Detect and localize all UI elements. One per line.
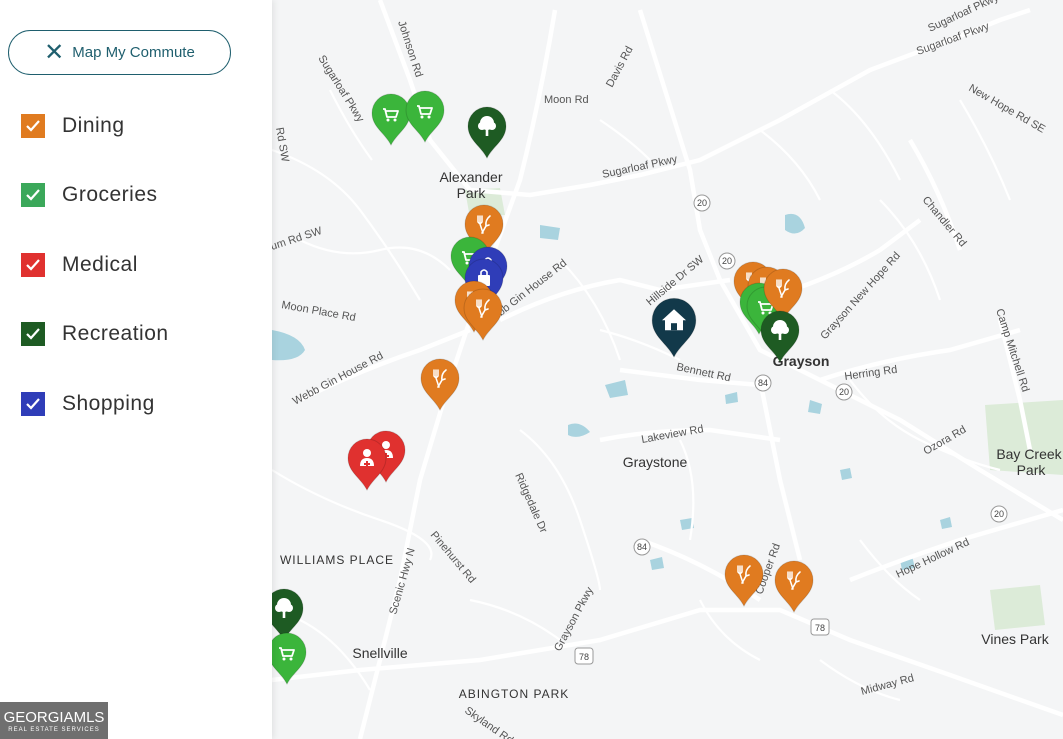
place-alexander-park: Alexander	[439, 169, 502, 185]
marker-dining[interactable]	[420, 358, 460, 412]
logo-text: GEORGIAMLS	[3, 708, 105, 726]
svg-text:84: 84	[758, 378, 768, 388]
svg-text:78: 78	[579, 652, 589, 662]
road-skyland-rd: Skyland Rd	[462, 705, 515, 739]
place-abington-park: ABINGTON PARK	[459, 687, 570, 701]
svg-text:20: 20	[994, 509, 1004, 519]
filter-label-dining: Dining	[62, 114, 125, 137]
road-grayson-new-hope-rd: Grayson New Hope Rd	[818, 250, 903, 342]
road-sugarloaf-pkwy-w: Sugarloaf Pkwy	[315, 53, 366, 125]
svg-text:20: 20	[697, 198, 707, 208]
road-herring-rd: Herring Rd	[844, 364, 898, 383]
water-bodies	[272, 213, 1020, 570]
shield-84-a: 84	[754, 374, 772, 392]
filter-label-shopping: Shopping	[62, 392, 155, 415]
map-my-commute-label: Map My Commute	[72, 44, 195, 61]
road-moon-place-rd: Moon Place Rd	[280, 299, 356, 324]
filter-panel: ✕ Map My Commute Dining Groceries Medica…	[0, 0, 272, 739]
place-graystone: Graystone	[623, 454, 688, 470]
road-new-hope-rd-se: New Hope Rd SE	[967, 82, 1048, 136]
filter-label-groceries: Groceries	[62, 183, 158, 206]
shield-20-b: 20	[718, 252, 736, 270]
shield-78-b: 78	[810, 618, 830, 636]
recreation-checkbox[interactable]	[21, 322, 45, 346]
poi-markers	[264, 90, 814, 686]
filter-shopping[interactable]: Shopping	[21, 391, 155, 417]
road-davis-rd: Davis Rd	[604, 44, 636, 89]
road-camp-mitchell-rd: Camp Mitchell Rd	[993, 307, 1031, 393]
place-bay-creek-2: Park	[1017, 462, 1047, 478]
place-bay-creek: Bay Creek	[996, 446, 1062, 462]
road-moon-rd: Moon Rd	[544, 94, 589, 106]
marker-grocery[interactable]	[405, 90, 445, 144]
place-williams-place: WILLIAMS PLACE	[280, 553, 394, 567]
filter-dining[interactable]: Dining	[21, 113, 125, 139]
dining-checkbox[interactable]	[21, 114, 45, 138]
marker-recreation[interactable]	[467, 106, 507, 160]
marker-medical[interactable]	[347, 438, 387, 492]
place-snellville: Snellville	[352, 645, 407, 661]
minor-roads	[271, 89, 1012, 702]
svg-text:84: 84	[637, 542, 647, 552]
shield-20-d: 20	[990, 505, 1008, 523]
filter-label-recreation: Recreation	[62, 322, 169, 345]
place-vines-park: Vines Park	[981, 631, 1049, 647]
road-lakeview-rd: Lakeview Rd	[640, 423, 704, 446]
marker-home[interactable]	[651, 297, 697, 359]
shopping-checkbox[interactable]	[21, 392, 45, 416]
medical-checkbox[interactable]	[21, 253, 45, 277]
shield-78-a: 78	[574, 647, 594, 665]
groceries-checkbox[interactable]	[21, 183, 45, 207]
road-webb-gin-house-rd-w: Webb Gin House Rd	[291, 350, 386, 408]
logo-subtext: REAL ESTATE SERVICES	[8, 726, 100, 733]
svg-text:20: 20	[839, 387, 849, 397]
shield-20-a: 20	[693, 194, 711, 212]
svg-text:20: 20	[722, 256, 732, 266]
marker-dining[interactable]	[774, 560, 814, 614]
svg-text:78: 78	[815, 623, 825, 633]
road-um-rd-sw: um Rd SW	[269, 225, 324, 253]
marker-grocery[interactable]	[371, 93, 411, 147]
filter-groceries[interactable]: Groceries	[21, 182, 158, 208]
shield-84-b: 84	[633, 538, 651, 556]
georgia-mls-logo: GEORGIAMLS REAL ESTATE SERVICES	[0, 702, 108, 739]
filter-recreation[interactable]: Recreation	[21, 321, 169, 347]
road-ridgedale-dr: Ridgedale Dr	[512, 471, 549, 535]
map-my-commute-button[interactable]: ✕ Map My Commute	[8, 30, 231, 75]
road-pinehurst-rd: Pinehurst Rd	[428, 529, 478, 585]
place-alexander-park-2: Park	[457, 185, 487, 201]
shield-20-c: 20	[835, 383, 853, 401]
close-icon: ✕	[44, 38, 65, 66]
filter-label-medical: Medical	[62, 253, 138, 276]
filter-medical[interactable]: Medical	[21, 252, 138, 278]
road-midway-rd: Midway Rd	[860, 672, 916, 698]
road-rd-sw: Rd SW	[273, 126, 291, 163]
